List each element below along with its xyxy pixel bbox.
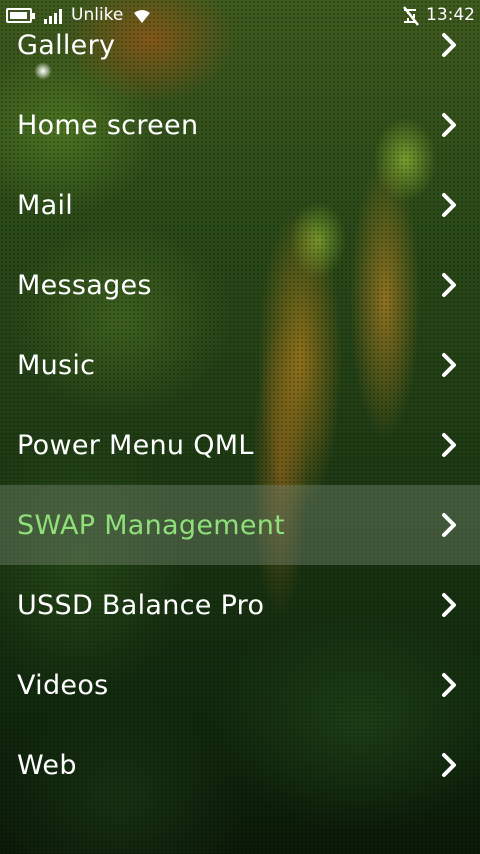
chevron-right-icon [442, 353, 456, 377]
menu-item-ussd-balance-pro[interactable]: USSD Balance Pro [0, 565, 480, 645]
menu-item-label: Gallery [17, 29, 116, 61]
menu-item-label: Web [17, 749, 77, 781]
menu-item-swap-management[interactable]: SWAP Management [0, 485, 480, 565]
menu-item-label: Mail [17, 189, 74, 221]
chevron-right-icon [442, 593, 456, 617]
menu-item-power-menu-qml[interactable]: Power Menu QML [0, 405, 480, 485]
menu-item-label: Messages [17, 269, 152, 301]
menu-item-label: Videos [17, 669, 109, 701]
menu-item-home-screen[interactable]: Home screen [0, 85, 480, 165]
screen: Unlike 13:42 Gallery Home screen Mail Me… [0, 0, 480, 854]
chevron-right-icon [442, 193, 456, 217]
operator-name: Unlike [71, 5, 124, 25]
settings-menu-list: Gallery Home screen Mail Messages Music … [0, 5, 480, 805]
chevron-right-icon [442, 433, 456, 457]
menu-item-label: Home screen [17, 109, 199, 141]
chevron-right-icon [442, 753, 456, 777]
wifi-icon [134, 10, 150, 23]
chevron-right-icon [442, 513, 456, 537]
chevron-right-icon [442, 673, 456, 697]
menu-item-music[interactable]: Music [0, 325, 480, 405]
menu-item-label: SWAP Management [17, 509, 286, 541]
menu-item-videos[interactable]: Videos [0, 645, 480, 725]
chevron-right-icon [442, 273, 456, 297]
menu-item-label: Power Menu QML [17, 429, 254, 461]
menu-item-web[interactable]: Web [0, 725, 480, 805]
battery-icon [6, 8, 35, 23]
menu-item-label: Music [17, 349, 96, 381]
chevron-right-icon [442, 113, 456, 137]
status-bar[interactable]: Unlike 13:42 [0, 0, 480, 32]
chevron-right-icon [442, 33, 456, 57]
signal-strength-icon [44, 8, 66, 24]
menu-item-messages[interactable]: Messages [0, 245, 480, 325]
no-sim-icon [403, 6, 419, 26]
menu-item-label: USSD Balance Pro [17, 589, 265, 621]
menu-item-mail[interactable]: Mail [0, 165, 480, 245]
clock: 13:42 [426, 5, 475, 25]
